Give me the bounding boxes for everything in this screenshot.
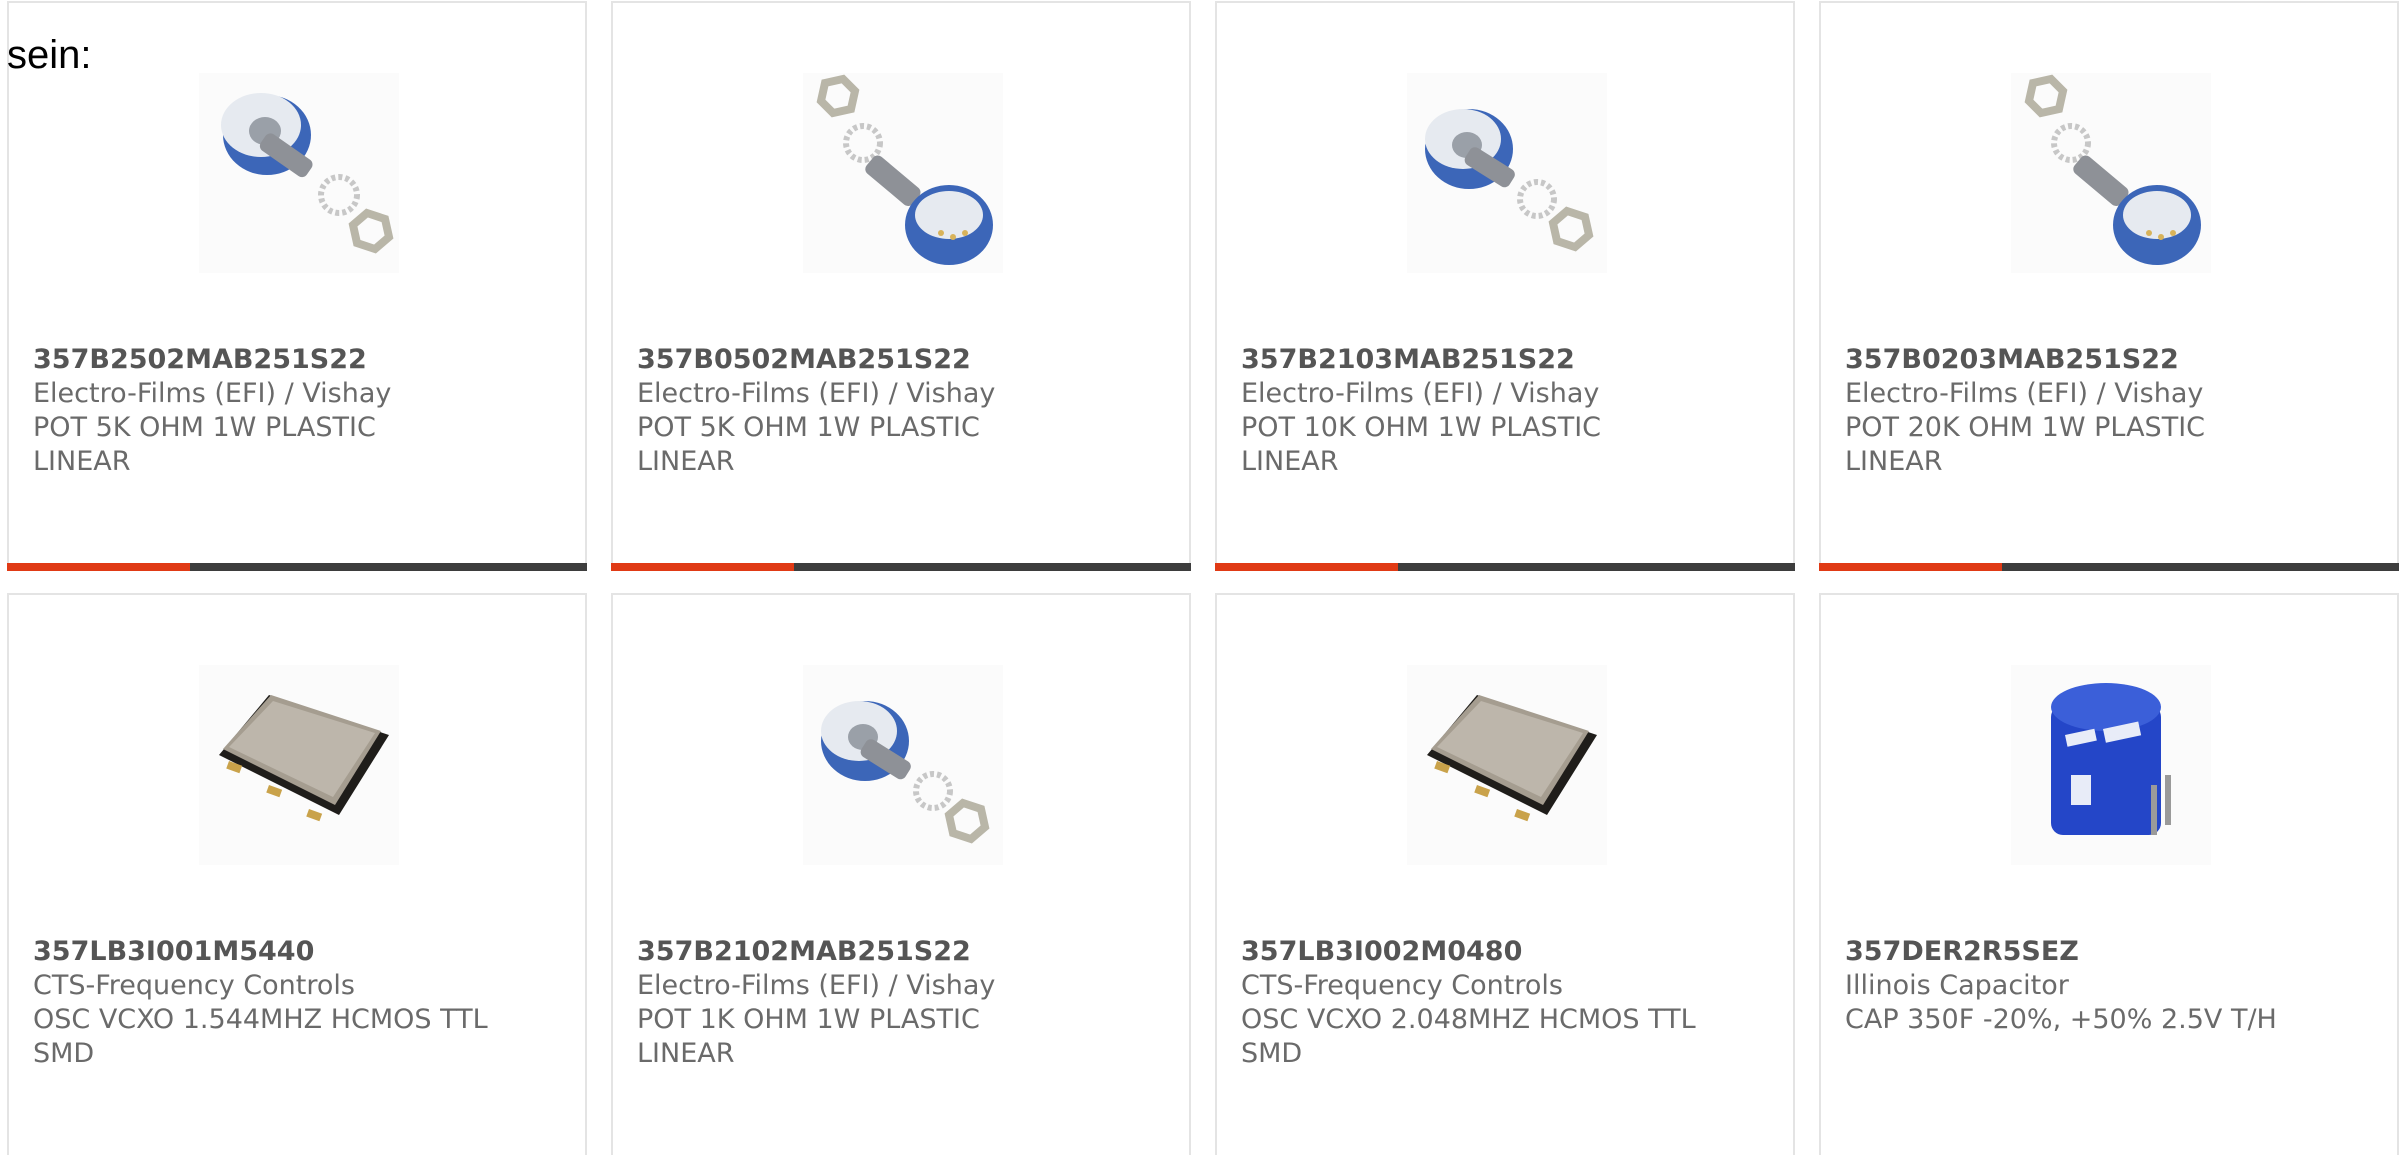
product-info: 357LB3I001M5440 CTS-Frequency Controls O… <box>33 935 533 1071</box>
part-number-link[interactable]: 357B2103MAB251S22 <box>1241 343 1741 377</box>
product-image[interactable] <box>1407 665 1607 865</box>
part-number-link[interactable]: 357LB3I002M0480 <box>1241 935 1741 969</box>
manufacturer: Electro-Films (EFI) / Vishay <box>1845 378 2204 409</box>
card-footer-bar <box>7 563 587 571</box>
description-line: SMD <box>33 1038 95 1069</box>
part-number-link[interactable]: 357B0203MAB251S22 <box>1845 343 2345 377</box>
product-info: 357B2103MAB251S22 Electro-Films (EFI) / … <box>1241 343 1741 479</box>
description-line: LINEAR <box>33 446 131 477</box>
product-info: 357DER2R5SEZ Illinois Capacitor CAP 350F… <box>1845 935 2345 1037</box>
description-line: LINEAR <box>637 446 735 477</box>
part-number-link[interactable]: 357LB3I001M5440 <box>33 935 533 969</box>
potentiometer-icon <box>821 701 990 844</box>
description-line: POT 1K OHM 1W PLASTIC <box>637 1004 980 1035</box>
product-info: 357B2502MAB251S22 Electro-Films (EFI) / … <box>33 343 533 479</box>
description-line: OSC VCXO 2.048MHZ HCMOS TTL <box>1241 1004 1696 1035</box>
manufacturer: Electro-Films (EFI) / Vishay <box>1241 378 1600 409</box>
manufacturer: Illinois Capacitor <box>1845 970 2069 1001</box>
description-line: CAP 350F -20%, +50% 2.5V T/H <box>1845 1004 2277 1035</box>
product-card[interactable]: 357B2502MAB251S22 Electro-Films (EFI) / … <box>7 1 587 571</box>
product-card[interactable]: 357B0502MAB251S22 Electro-Films (EFI) / … <box>611 1 1191 571</box>
product-image[interactable] <box>2011 73 2211 273</box>
card-accent-bar <box>1819 563 2002 571</box>
product-info: 357B0502MAB251S22 Electro-Films (EFI) / … <box>637 343 1137 479</box>
product-card[interactable]: 357LB3I001M5440 CTS-Frequency Controls O… <box>7 593 587 1155</box>
product-image[interactable] <box>199 665 399 865</box>
card-accent-bar <box>611 563 794 571</box>
oscillator-chip-icon <box>1427 695 1597 822</box>
card-accent-bar <box>1215 563 1398 571</box>
manufacturer: Electro-Films (EFI) / Vishay <box>33 378 392 409</box>
potentiometer-icon <box>816 74 993 265</box>
product-card[interactable]: 357DER2R5SEZ Illinois Capacitor CAP 350F… <box>1819 593 2399 1155</box>
description-line: LINEAR <box>1241 446 1339 477</box>
description-line: LINEAR <box>637 1038 735 1069</box>
card-footer-bar <box>1215 563 1795 571</box>
oscillator-chip-icon <box>219 695 389 822</box>
manufacturer: Electro-Films (EFI) / Vishay <box>637 970 996 1001</box>
product-info: 357B2102MAB251S22 Electro-Films (EFI) / … <box>637 935 1137 1071</box>
product-image[interactable] <box>1407 73 1607 273</box>
product-image[interactable] <box>199 73 399 273</box>
product-card[interactable]: 357LB3I002M0480 CTS-Frequency Controls O… <box>1215 593 1795 1155</box>
product-image[interactable] <box>803 73 1003 273</box>
intro-text: sein: <box>7 33 92 77</box>
part-number-link[interactable]: 357DER2R5SEZ <box>1845 935 2345 969</box>
part-number-link[interactable]: 357B2502MAB251S22 <box>33 343 533 377</box>
card-footer-bar <box>611 563 1191 571</box>
product-info: 357LB3I002M0480 CTS-Frequency Controls O… <box>1241 935 1741 1071</box>
page: sein: 357B2502MAB251S22 Electro-Films (E… <box>0 0 2400 1155</box>
description-line: LINEAR <box>1845 446 1943 477</box>
manufacturer: CTS-Frequency Controls <box>1241 970 1563 1001</box>
description-line: SMD <box>1241 1038 1303 1069</box>
product-card[interactable]: 357B0203MAB251S22 Electro-Films (EFI) / … <box>1819 1 2399 571</box>
part-number-link[interactable]: 357B0502MAB251S22 <box>637 343 1137 377</box>
manufacturer: Electro-Films (EFI) / Vishay <box>637 378 996 409</box>
capacitor-icon <box>2051 683 2171 835</box>
potentiometer-icon <box>1425 109 1594 252</box>
product-image[interactable] <box>803 665 1003 865</box>
description-line: OSC VCXO 1.544MHZ HCMOS TTL <box>33 1004 488 1035</box>
description-line: POT 10K OHM 1W PLASTIC <box>1241 412 1602 443</box>
description-line: POT 5K OHM 1W PLASTIC <box>33 412 376 443</box>
description-line: POT 20K OHM 1W PLASTIC <box>1845 412 2206 443</box>
potentiometer-icon <box>2024 74 2201 265</box>
potentiometer-icon <box>221 93 394 254</box>
product-info: 357B0203MAB251S22 Electro-Films (EFI) / … <box>1845 343 2345 479</box>
card-accent-bar <box>7 563 190 571</box>
description-line: POT 5K OHM 1W PLASTIC <box>637 412 980 443</box>
product-grid: 357B2502MAB251S22 Electro-Films (EFI) / … <box>7 1 2400 1155</box>
product-image[interactable] <box>2011 665 2211 865</box>
manufacturer: CTS-Frequency Controls <box>33 970 355 1001</box>
product-card[interactable]: 357B2102MAB251S22 Electro-Films (EFI) / … <box>611 593 1191 1155</box>
part-number-link[interactable]: 357B2102MAB251S22 <box>637 935 1137 969</box>
product-card[interactable]: 357B2103MAB251S22 Electro-Films (EFI) / … <box>1215 1 1795 571</box>
card-footer-bar <box>1819 563 2399 571</box>
